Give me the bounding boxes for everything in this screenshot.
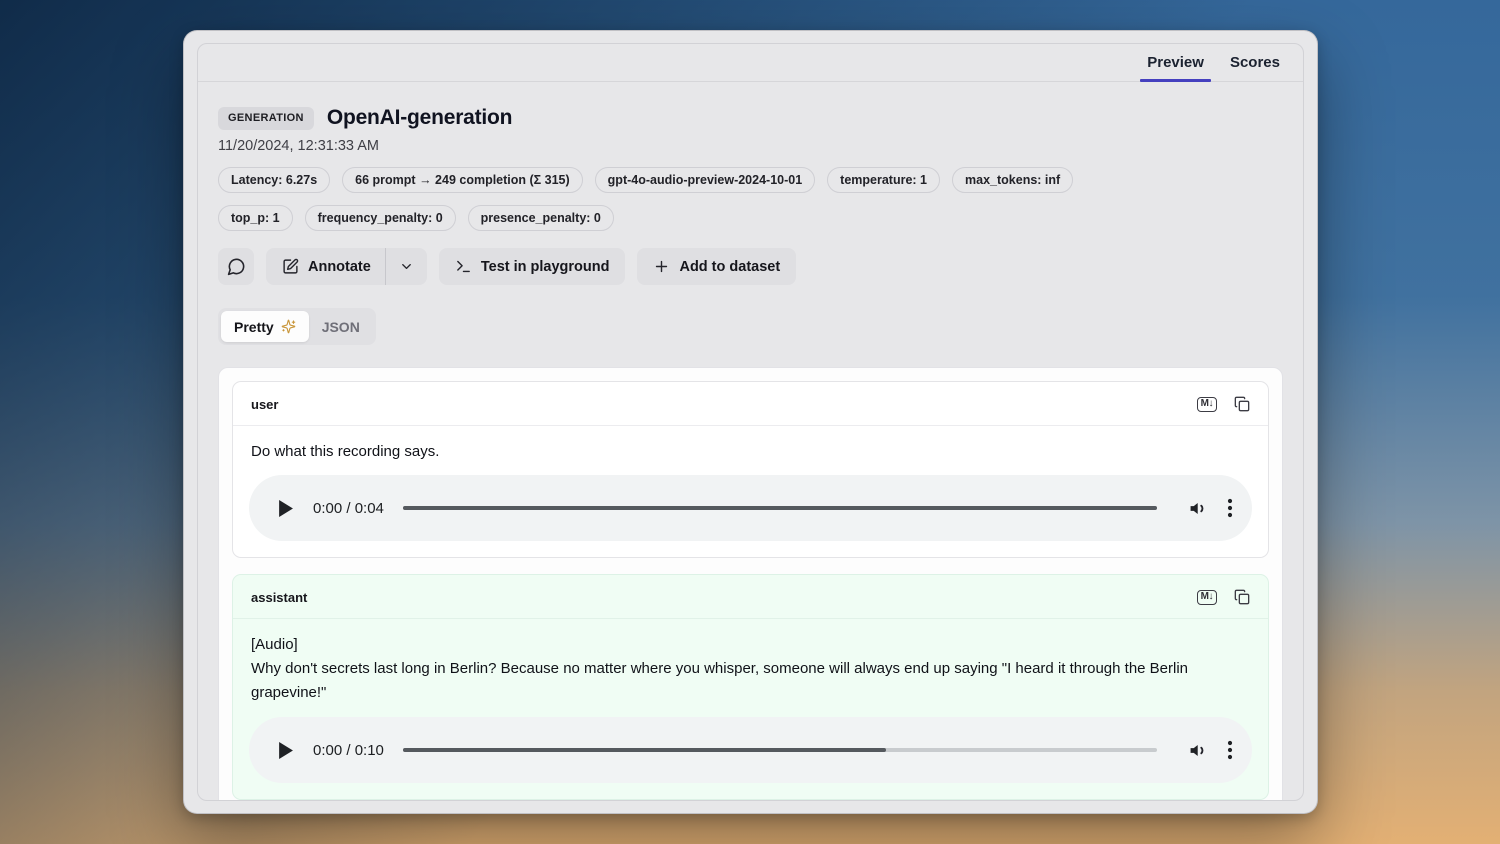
observation-type-badge: GENERATION: [218, 107, 314, 130]
user-message-card: user M↓ Do what this recording says.: [232, 381, 1269, 558]
tab-preview[interactable]: Preview: [1134, 44, 1217, 81]
title-row: GENERATION OpenAI-generation: [218, 106, 1283, 130]
metadata-badges: Latency: 6.27s 66 prompt → 249 completio…: [218, 167, 1283, 231]
user-message-header: user M↓: [233, 382, 1268, 426]
copy-icon[interactable]: [1234, 589, 1250, 605]
temperature-badge: temperature: 1: [827, 167, 940, 193]
role-label: assistant: [251, 590, 307, 605]
audio-seek-bar[interactable]: [403, 748, 1157, 752]
assistant-message-body: [Audio] Why don't secrets last long in B…: [233, 619, 1268, 799]
model-badge: gpt-4o-audio-preview-2024-10-01: [595, 167, 816, 193]
message-text: Do what this recording says.: [249, 440, 1252, 464]
annotate-split-button: Annotate: [266, 248, 427, 285]
badge-row: Latency: 6.27s 66 prompt → 249 completio…: [218, 167, 1283, 193]
tab-bar: Preview Scores: [198, 44, 1303, 82]
annotate-dropdown-button[interactable]: [385, 248, 427, 285]
comment-icon: [227, 257, 246, 276]
frequency-penalty-badge: frequency_penalty: 0: [305, 205, 456, 231]
chevron-down-icon: [399, 259, 414, 274]
audio-time: 0:00 / 0:04: [313, 500, 384, 517]
add-to-dataset-label: Add to dataset: [679, 259, 780, 275]
presence-penalty-badge: presence_penalty: 0: [468, 205, 614, 231]
json-view-button[interactable]: JSON: [309, 311, 373, 342]
audio-progress: [403, 748, 886, 752]
action-bar: Annotate Test in playground: [218, 248, 1283, 285]
assistant-message-card: assistant M↓ [Audio] Why don't secrets l…: [232, 574, 1269, 800]
audio-player: 0:00 / 0:10: [249, 717, 1252, 783]
pretty-json-toggle: Pretty JSON: [218, 308, 376, 345]
annotate-button[interactable]: Annotate: [266, 248, 385, 285]
play-icon[interactable]: [274, 496, 297, 521]
user-message-body: Do what this recording says. 0:00 / 0:04: [233, 426, 1268, 557]
copy-icon[interactable]: [1234, 396, 1250, 412]
terminal-icon: [455, 258, 472, 275]
volume-icon[interactable]: [1189, 741, 1208, 760]
markdown-toggle-icon[interactable]: M↓: [1197, 397, 1217, 412]
json-label: JSON: [322, 319, 360, 335]
io-preview: user M↓ Do what this recording says.: [218, 367, 1283, 801]
audio-player: 0:00 / 0:04: [249, 475, 1252, 541]
square-pen-icon: [282, 258, 299, 275]
top-p-badge: top_p: 1: [218, 205, 293, 231]
markdown-toggle-icon[interactable]: M↓: [1197, 590, 1217, 605]
volume-icon[interactable]: [1189, 499, 1208, 518]
badge-row: top_p: 1 frequency_penalty: 0 presence_p…: [218, 205, 1283, 231]
generation-detail: GENERATION OpenAI-generation 11/20/2024,…: [198, 82, 1303, 801]
more-options-icon[interactable]: [1227, 498, 1233, 518]
max-tokens-badge: max_tokens: inf: [952, 167, 1073, 193]
header-icons: M↓: [1197, 589, 1250, 605]
timestamp: 11/20/2024, 12:31:33 AM: [218, 138, 1283, 154]
more-options-icon[interactable]: [1227, 740, 1233, 760]
add-to-dataset-button[interactable]: Add to dataset: [637, 248, 796, 285]
audio-time: 0:00 / 0:10: [313, 742, 384, 759]
test-in-playground-label: Test in playground: [481, 259, 610, 275]
peek-dialog-inner: Preview Scores GENERATION OpenAI-generat…: [197, 43, 1304, 801]
tab-scores[interactable]: Scores: [1217, 44, 1293, 81]
role-label: user: [251, 397, 278, 412]
audio-seek-bar[interactable]: [403, 506, 1157, 510]
page-title: OpenAI-generation: [327, 106, 512, 130]
plus-icon: [653, 258, 670, 275]
audio-tag-text: [Audio]: [249, 633, 1252, 657]
assistant-message-header: assistant M↓: [233, 575, 1268, 619]
peek-dialog: Preview Scores GENERATION OpenAI-generat…: [183, 30, 1318, 814]
pretty-view-button[interactable]: Pretty: [221, 311, 309, 342]
test-in-playground-button[interactable]: Test in playground: [439, 248, 626, 285]
latency-badge: Latency: 6.27s: [218, 167, 330, 193]
comment-button[interactable]: [218, 248, 254, 285]
pretty-label: Pretty: [234, 319, 274, 335]
annotate-label: Annotate: [308, 259, 371, 275]
audio-progress: [403, 506, 1157, 510]
token-usage-badge: 66 prompt → 249 completion (Σ 315): [342, 167, 583, 193]
header-icons: M↓: [1197, 396, 1250, 412]
message-text: Why don't secrets last long in Berlin? B…: [249, 657, 1252, 705]
sparkles-icon: [281, 319, 296, 334]
play-icon[interactable]: [274, 738, 297, 763]
